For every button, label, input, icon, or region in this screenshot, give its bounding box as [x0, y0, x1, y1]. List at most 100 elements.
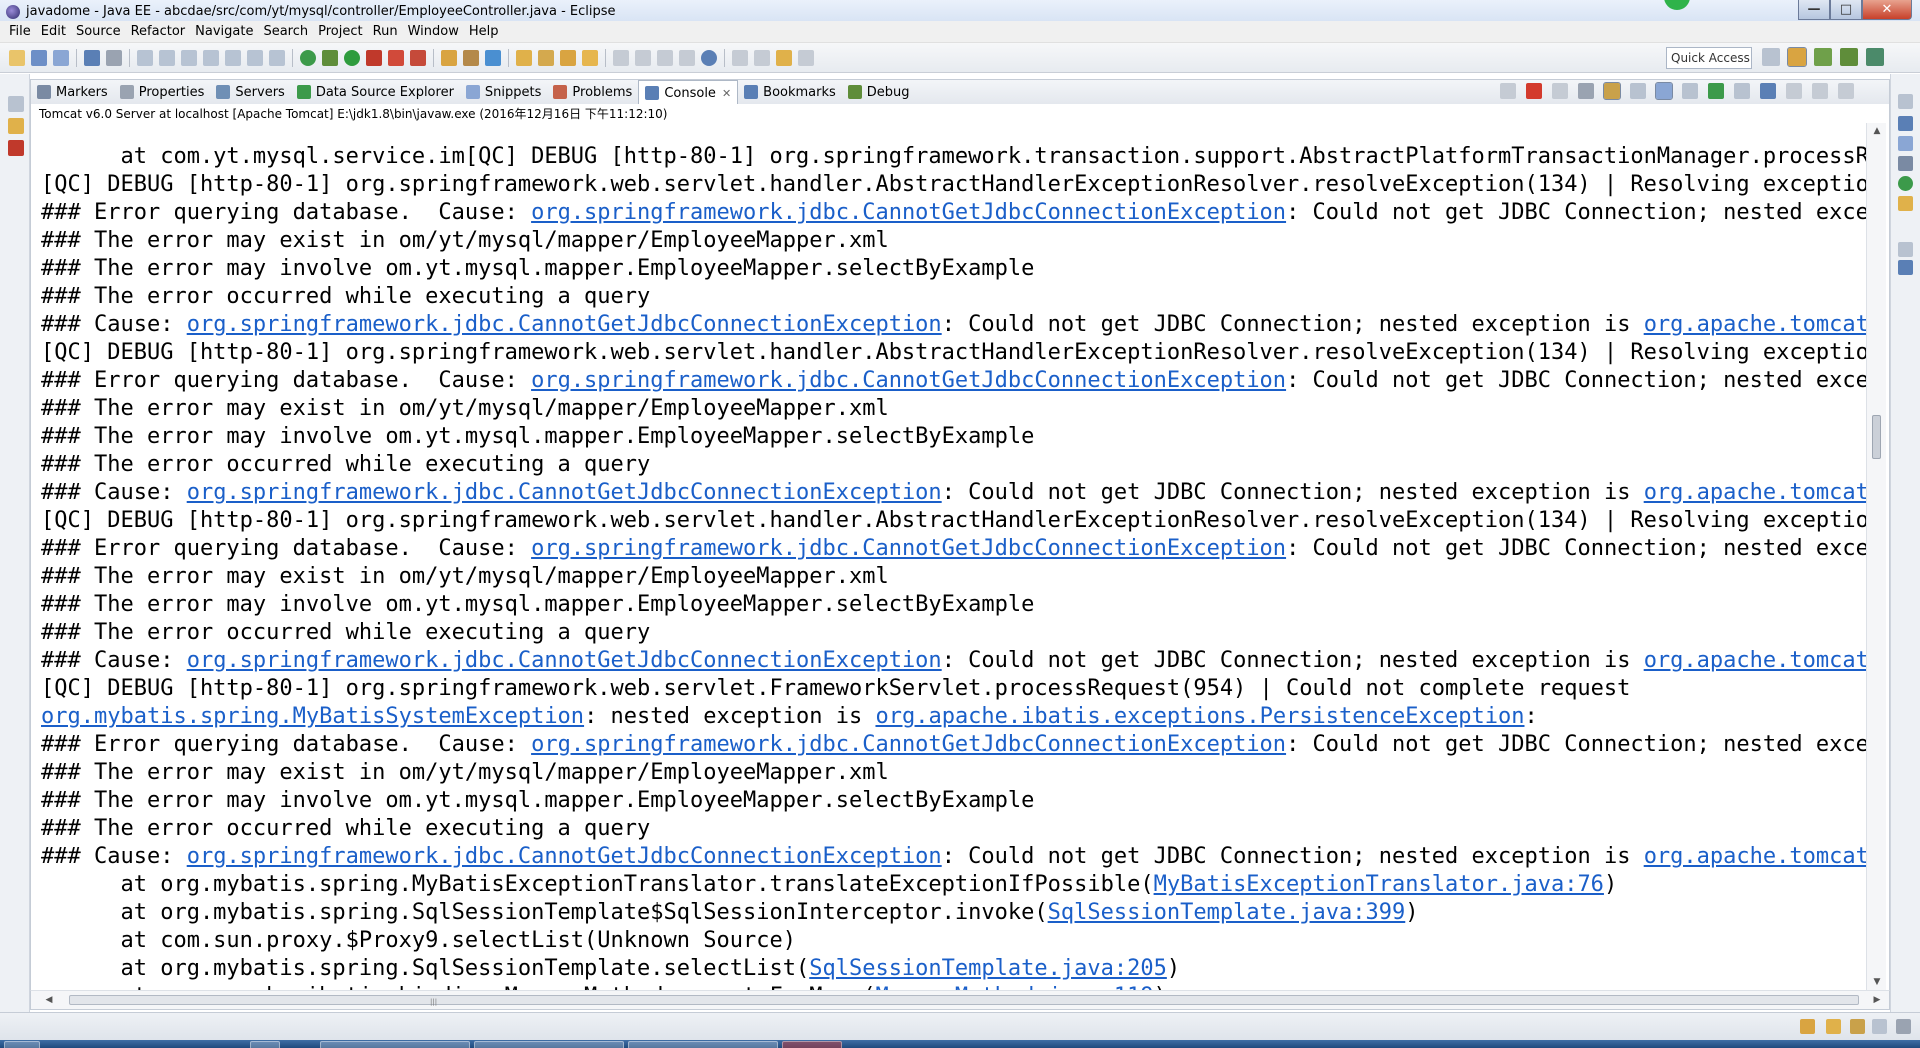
clear-console-icon[interactable]	[1578, 83, 1594, 99]
menu-navigate[interactable]: Navigate	[190, 22, 258, 42]
globe-icon[interactable]	[701, 49, 717, 66]
forward-icon[interactable]	[798, 49, 814, 66]
taskbar-item[interactable]	[250, 1041, 280, 1048]
run-icon[interactable]	[344, 49, 360, 66]
console-link[interactable]: org.springframework.jdbc.CannotGetJdbcCo…	[187, 648, 942, 673]
restore-icon[interactable]	[8, 96, 24, 112]
console-link[interactable]: org.apache.tomcat.dbcp	[1644, 480, 1867, 505]
restore-right-icon[interactable]	[1898, 94, 1913, 109]
type-hierarchy-icon[interactable]	[1898, 196, 1913, 211]
properties-side-icon[interactable]	[1898, 260, 1913, 275]
step-over-icon[interactable]	[247, 49, 263, 66]
java-ee-perspective-icon[interactable]	[1787, 47, 1807, 67]
tab-data-source-explorer[interactable]: Data Source Explorer	[291, 80, 460, 104]
scroll-up-icon[interactable]: ▲	[1867, 123, 1887, 139]
progress-icon[interactable]	[1800, 1019, 1815, 1034]
tab-snippets[interactable]: Snippets	[460, 80, 547, 104]
open-console-icon[interactable]	[1760, 83, 1776, 99]
tab-bookmarks[interactable]: Bookmarks	[738, 80, 842, 104]
taskbar-item[interactable]	[628, 1041, 778, 1048]
close-window-button[interactable]: ✕	[1862, 0, 1912, 20]
taskbar-item[interactable]	[320, 1041, 470, 1048]
new-class-icon[interactable]	[485, 49, 501, 66]
step-return-icon[interactable]	[269, 49, 285, 66]
minimize-button[interactable]: —	[1798, 0, 1830, 20]
console-output[interactable]: at com.yt.mysql.service.im[QC] DEBUG [ht…	[30, 123, 1890, 990]
package-explorer-icon[interactable]	[8, 118, 24, 134]
tab-problems[interactable]: Problems	[547, 80, 638, 104]
external-tools-icon[interactable]	[366, 49, 382, 66]
pin-console-icon[interactable]	[1708, 83, 1724, 99]
quick-access-input[interactable]: Quick Access	[1666, 47, 1752, 69]
menu-help[interactable]: Help	[464, 22, 504, 42]
menu-search[interactable]: Search	[258, 22, 313, 42]
menu-refactor[interactable]: Refactor	[126, 22, 191, 42]
server-start-icon[interactable]	[300, 49, 316, 66]
back-icon[interactable]	[776, 49, 792, 66]
console-link[interactable]: SqlSessionTemplate.java:205	[809, 956, 1167, 981]
disconnect-icon[interactable]	[203, 49, 219, 66]
open-folder-icon[interactable]	[582, 49, 598, 66]
new-package-icon[interactable]	[463, 49, 479, 66]
new-icon[interactable]	[9, 49, 25, 66]
skip-breakpoints-icon[interactable]	[106, 49, 122, 66]
console-link[interactable]: org.springframework.jdbc.CannotGetJdbcCo…	[531, 732, 1286, 757]
tab-console[interactable]: Console ✕	[638, 80, 739, 105]
taskbar-item[interactable]	[782, 1041, 842, 1048]
tab-markers[interactable]: Markers	[31, 80, 114, 104]
taskbar-item[interactable]	[474, 1041, 624, 1048]
maximize-button[interactable]: □	[1830, 0, 1862, 20]
terminate-icon[interactable]	[181, 49, 197, 66]
horizontal-scroll-thumb[interactable]: |||	[69, 995, 1859, 1006]
stop-icon[interactable]	[388, 49, 404, 66]
debug-perspective-icon[interactable]	[1840, 48, 1858, 66]
view-menu-icon[interactable]	[1786, 83, 1802, 99]
status-menu-icon[interactable]	[1896, 1019, 1911, 1034]
remove-all-icon[interactable]	[1552, 83, 1568, 99]
start-button[interactable]	[4, 1041, 40, 1048]
status-ok-icon[interactable]	[1898, 176, 1913, 191]
step-into-icon[interactable]	[225, 49, 241, 66]
console-link[interactable]: org.apache.tomcat.dbcp	[1644, 844, 1867, 869]
menu-file[interactable]: File	[4, 22, 36, 42]
word-wrap-icon[interactable]	[1630, 83, 1646, 99]
show-on-output-icon[interactable]	[1655, 82, 1673, 100]
close-tab-icon[interactable]: ✕	[722, 87, 731, 100]
console-link[interactable]: org.springframework.jdbc.CannotGetJdbcCo…	[187, 480, 942, 505]
menu-window[interactable]: Window	[403, 22, 464, 42]
save-icon[interactable]	[31, 49, 47, 66]
console-link[interactable]: MyBatisExceptionTranslator.java:76	[1154, 872, 1604, 897]
restore-lower-icon[interactable]	[1898, 242, 1913, 257]
scroll-right-icon[interactable]: ▶	[1869, 991, 1885, 1009]
console-link[interactable]: org.springframework.jdbc.CannotGetJdbcCo…	[187, 844, 942, 869]
pin-editor-icon[interactable]	[679, 49, 695, 66]
previous-annotation-icon[interactable]	[754, 49, 770, 66]
tab-properties[interactable]: Properties	[114, 80, 211, 104]
menu-project[interactable]: Project	[313, 22, 367, 42]
maximize-view-icon[interactable]	[1838, 83, 1854, 99]
minimize-view-icon[interactable]	[1812, 83, 1828, 99]
git-perspective-icon[interactable]	[1866, 48, 1884, 66]
remove-launch-icon[interactable]	[1500, 83, 1516, 99]
debug-icon[interactable]	[322, 49, 338, 66]
console-link[interactable]: org.apache.tomcat.dbcp	[1644, 648, 1867, 673]
toggle-block-icon[interactable]	[635, 49, 651, 66]
update-icon[interactable]	[1826, 1019, 1841, 1034]
run-config-icon[interactable]	[410, 49, 426, 66]
menu-source[interactable]: Source	[71, 22, 126, 42]
outline-icon[interactable]	[1898, 116, 1913, 131]
resume-icon[interactable]	[137, 49, 153, 66]
display-console-icon[interactable]	[1734, 83, 1750, 99]
open-type-icon[interactable]	[516, 49, 532, 66]
console-link[interactable]: org.springframework.jdbc.CannotGetJdbcCo…	[531, 536, 1286, 561]
scroll-lock-icon[interactable]	[1603, 82, 1621, 100]
palette-icon[interactable]	[1898, 156, 1913, 171]
java-perspective-icon[interactable]	[1814, 48, 1832, 66]
junit-icon[interactable]	[8, 140, 24, 156]
save-all-icon[interactable]	[53, 49, 69, 66]
open-perspective-icon[interactable]	[1762, 48, 1780, 66]
console-link[interactable]: org.springframework.jdbc.CannotGetJdbcCo…	[187, 312, 942, 337]
terminal-icon[interactable]	[84, 49, 100, 66]
heap-icon[interactable]	[1872, 1019, 1887, 1034]
console-link[interactable]: org.springframework.jdbc.CannotGetJdbcCo…	[531, 200, 1286, 225]
